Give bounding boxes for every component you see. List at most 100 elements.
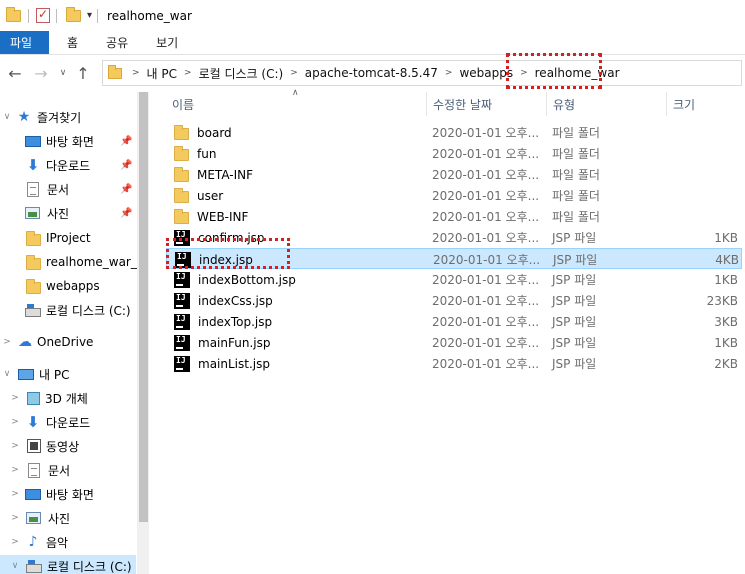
sidebar-item-label: IProject xyxy=(46,231,91,245)
sidebar-item-pc-downloads[interactable]: > ⬇ 다운로드 xyxy=(8,411,90,433)
column-header-type[interactable]: 유형 xyxy=(553,92,575,116)
sidebar-item-3d-objects[interactable]: > 3D 개체 xyxy=(8,387,88,409)
chevron-right-icon[interactable]: > xyxy=(8,417,22,427)
file-row[interactable]: mainFun.jsp 2020-01-01 오후... JSP 파일 1KB xyxy=(166,332,742,353)
file-row[interactable]: user 2020-01-01 오후... 파일 폴더 xyxy=(166,185,742,206)
file-name-cell: mainList.jsp xyxy=(174,353,270,374)
sidebar-item-pc-pictures[interactable]: > 사진 xyxy=(8,507,70,529)
sidebar-item-webapps[interactable]: webapps xyxy=(26,275,100,297)
file-row[interactable]: META-INF 2020-01-01 오후... 파일 폴더 xyxy=(166,164,742,185)
file-name-cell: indexBottom.jsp xyxy=(174,269,296,290)
file-size: 2KB xyxy=(714,356,738,371)
tab-home[interactable]: 홈 xyxy=(53,31,92,54)
file-date: 2020-01-01 오후... xyxy=(432,336,540,350)
address-bar[interactable]: > 내 PC > 로컬 디스크 (C:) > apache-tomcat-8.5… xyxy=(102,60,742,86)
navigation-pane: ∨ ★ 즐겨찾기 바탕 화면 📌 ⬇ 다운로드 📌 문서 📌 사진 📌 IPro… xyxy=(0,92,150,574)
breadcrumb-tomcat[interactable]: apache-tomcat-8.5.47 xyxy=(302,66,441,80)
sidebar-item-this-pc[interactable]: ∨ 내 PC xyxy=(0,363,70,385)
folder-icon xyxy=(174,167,189,182)
file-row[interactable]: indexTop.jsp 2020-01-01 오후... JSP 파일 3KB xyxy=(166,311,742,332)
sidebar-item-label: 다운로드 xyxy=(46,158,91,173)
ribbon-tabs: 파일 홈 공유 보기 xyxy=(0,31,745,55)
file-date: 2020-01-01 오후... xyxy=(432,126,540,140)
sidebar-item-onedrive[interactable]: > ☁ OneDrive xyxy=(0,331,93,353)
column-divider[interactable] xyxy=(426,92,427,116)
chevron-right-icon[interactable]: > xyxy=(8,441,22,451)
customize-toolbar-icon[interactable]: ▾ xyxy=(87,10,92,21)
up-icon[interactable]: ↑ xyxy=(72,60,94,86)
file-row[interactable]: fun 2020-01-01 오후... 파일 폴더 xyxy=(166,143,742,164)
sidebar-item-pictures[interactable]: 사진 xyxy=(25,202,69,224)
chevron-right-icon[interactable]: > xyxy=(8,537,22,547)
tab-file[interactable]: 파일 xyxy=(0,31,49,54)
file-date: 2020-01-01 오후... xyxy=(433,253,541,267)
document-icon xyxy=(27,181,39,197)
file-size: 23KB xyxy=(706,293,738,308)
chevron-right-icon[interactable]: > xyxy=(441,68,457,78)
chevron-right-icon[interactable]: > xyxy=(8,393,22,403)
file-row[interactable]: indexCss.jsp 2020-01-01 오후... JSP 파일 23KB xyxy=(166,290,742,311)
file-row[interactable]: WEB-INF 2020-01-01 오후... 파일 폴더 xyxy=(166,206,742,227)
sidebar-item-iproject[interactable]: IProject xyxy=(26,227,91,249)
breadcrumb-local-disk[interactable]: 로컬 디스크 (C:) xyxy=(196,65,287,82)
breadcrumb-this-pc[interactable]: 내 PC xyxy=(144,65,180,82)
chevron-right-icon[interactable]: > xyxy=(180,68,196,78)
sidebar-item-local-disk-quick[interactable]: 로컬 디스크 (C:) xyxy=(25,299,131,321)
file-size xyxy=(666,185,738,206)
forward-icon[interactable]: → xyxy=(28,60,54,86)
chevron-right-icon[interactable]: > xyxy=(8,465,22,475)
file-type: JSP 파일 xyxy=(553,253,598,267)
sidebar-item-desktop[interactable]: 바탕 화면 xyxy=(25,130,94,152)
file-row[interactable]: mainList.jsp 2020-01-01 오후... JSP 파일 2KB xyxy=(166,353,742,374)
tab-view[interactable]: 보기 xyxy=(142,31,192,54)
sidebar-item-label: 바탕 화면 xyxy=(46,134,94,149)
new-folder-icon[interactable] xyxy=(66,6,81,22)
column-header-size[interactable]: 크기 xyxy=(673,92,695,116)
file-size xyxy=(666,164,738,185)
sidebar-item-documents[interactable]: 문서 xyxy=(27,178,69,200)
sidebar-item-videos[interactable]: > 동영상 xyxy=(8,435,79,457)
sidebar-item-label: 사진 xyxy=(47,206,70,221)
file-name: mainList.jsp xyxy=(198,356,270,371)
chevron-right-icon[interactable]: > xyxy=(8,513,22,523)
column-divider[interactable] xyxy=(666,92,667,116)
file-name-cell: fun xyxy=(174,143,216,164)
pin-icon[interactable]: 📌 xyxy=(120,136,132,147)
pin-icon[interactable]: 📌 xyxy=(120,208,132,219)
sidebar-item-pc-desktop[interactable]: > 바탕 화면 xyxy=(8,483,94,505)
tab-share[interactable]: 공유 xyxy=(92,31,142,54)
sidebar-item-realhome-war-e[interactable]: realhome_war_e xyxy=(26,251,144,273)
folder-icon xyxy=(26,278,41,294)
pin-icon[interactable]: 📌 xyxy=(120,184,132,195)
column-divider[interactable] xyxy=(546,92,547,116)
file-type: 파일 폴더 xyxy=(552,168,600,182)
chevron-right-icon[interactable]: > xyxy=(286,68,302,78)
video-icon xyxy=(27,439,41,453)
column-header-date[interactable]: 수정한 날짜 xyxy=(433,92,492,116)
sidebar-scrollbar-thumb[interactable] xyxy=(139,92,148,522)
file-name: board xyxy=(197,125,232,140)
file-name: user xyxy=(197,188,224,203)
file-row[interactable]: board 2020-01-01 오후... 파일 폴더 xyxy=(166,122,742,143)
chevron-right-icon[interactable]: > xyxy=(0,337,14,347)
file-name: fun xyxy=(197,146,217,161)
column-header-name[interactable]: 이름 xyxy=(172,92,194,116)
chevron-right-icon[interactable]: > xyxy=(128,68,144,78)
chevron-right-icon[interactable]: > xyxy=(8,489,22,499)
back-icon[interactable]: ← xyxy=(2,60,28,86)
sidebar-item-pc-local-disk[interactable]: ∨ 로컬 디스크 (C:) xyxy=(0,555,136,574)
jsp-file-icon xyxy=(174,334,190,351)
sidebar-item-music[interactable]: > ♪ 음악 xyxy=(8,531,68,553)
chevron-down-icon[interactable]: ∨ xyxy=(0,369,14,379)
file-row[interactable]: indexBottom.jsp 2020-01-01 오후... JSP 파일 1KB xyxy=(166,269,742,290)
sidebar-item-pc-documents[interactable]: > 문서 xyxy=(8,459,70,481)
sidebar-item-downloads[interactable]: ⬇ 다운로드 xyxy=(25,154,90,176)
pin-icon[interactable]: 📌 xyxy=(120,160,132,171)
chevron-down-icon[interactable]: ∨ xyxy=(8,561,22,571)
file-type: 파일 폴더 xyxy=(552,189,600,203)
file-type: 파일 폴더 xyxy=(552,126,600,140)
properties-icon[interactable] xyxy=(36,7,50,23)
sidebar-item-quick-access[interactable]: ∨ ★ 즐겨찾기 xyxy=(0,106,81,128)
chevron-down-icon[interactable]: ∨ xyxy=(54,60,72,86)
chevron-down-icon[interactable]: ∨ xyxy=(0,112,14,122)
